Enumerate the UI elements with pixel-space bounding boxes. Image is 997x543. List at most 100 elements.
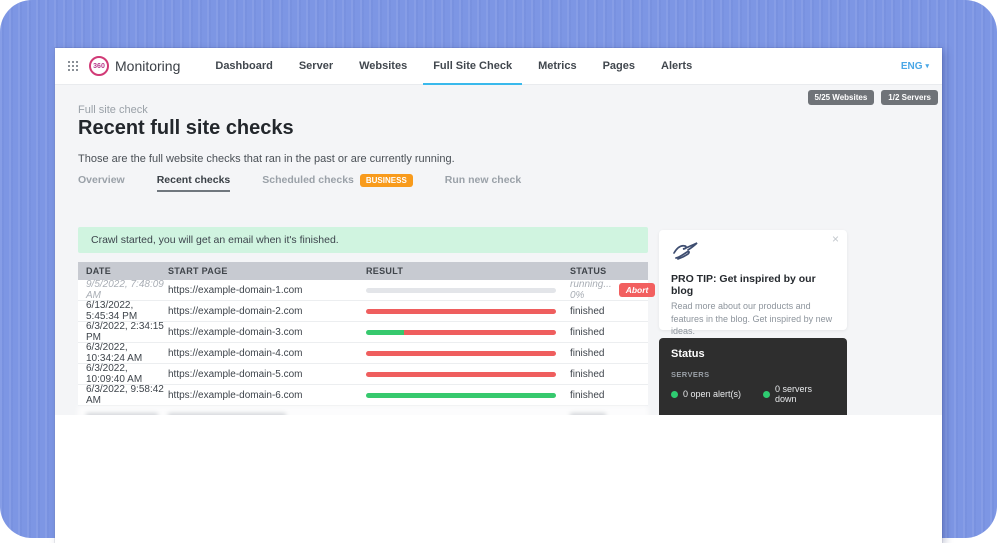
tab-overview[interactable]: Overview: [78, 174, 125, 190]
column-header-date: DATE: [78, 266, 168, 276]
progress-bar-segment: [366, 288, 556, 293]
notification-text: Crawl started, you will get an email whe…: [91, 234, 339, 246]
brand-logo-icon: 360: [89, 56, 109, 76]
row-result: [366, 288, 570, 293]
pro-tip-card: × PRO TIP: Get inspired by our blog Read…: [659, 230, 847, 330]
top-navigation-bar: 360 Monitoring DashboardServerWebsitesFu…: [55, 48, 942, 85]
row-status: finished: [570, 306, 648, 317]
row-result: [366, 330, 570, 335]
table-header-row: DATESTART PAGERESULTSTATUS: [78, 262, 648, 280]
recent-checks-table: DATESTART PAGERESULTSTATUS 9/5/2022, 7:4…: [78, 262, 648, 415]
status-item-text: 0 servers down: [775, 384, 835, 404]
usage-badge-1-2-servers[interactable]: 1/2 Servers: [881, 90, 938, 105]
close-icon[interactable]: ×: [832, 232, 839, 246]
language-selector[interactable]: ENG ▾: [901, 61, 929, 72]
progress-bar-segment: [404, 330, 556, 335]
progress-bar: [366, 288, 556, 293]
progress-bar-segment: [366, 309, 556, 314]
handshake-doodle-icon: [671, 250, 701, 267]
blurred-status: [570, 413, 648, 416]
blurred-start-page: [168, 413, 366, 416]
table-row: 9/5/2022, 7:48:09 AMhttps://example-doma…: [78, 280, 648, 301]
row-start-page: https://example-domain-1.com: [168, 285, 366, 296]
row-status-text: finished: [570, 306, 604, 317]
row-result: [366, 309, 570, 314]
row-date: 9/5/2022, 7:48:09 AM: [78, 279, 168, 301]
pro-tip-body: Read more about our products and feature…: [671, 300, 835, 338]
redacted-block: [86, 413, 158, 416]
row-status: finished: [570, 327, 648, 338]
abort-button[interactable]: Abort: [619, 283, 656, 297]
nav-item-full-site-check[interactable]: Full Site Check: [420, 48, 525, 85]
app-launcher-icon[interactable]: [68, 61, 78, 71]
row-start-page: https://example-domain-4.com: [168, 348, 366, 359]
usage-badges: 5/25 Websites 1/2 Servers: [808, 90, 938, 105]
row-start-page: https://example-domain-3.com: [168, 327, 366, 338]
row-result: [366, 372, 570, 377]
row-start-page: https://example-domain-6.com: [168, 390, 366, 401]
usage-badge-5-25-websites[interactable]: 5/25 Websites: [808, 90, 875, 105]
nav-item-metrics[interactable]: Metrics: [525, 48, 590, 85]
redacted-block: [570, 413, 606, 416]
row-status: finished: [570, 369, 648, 380]
row-start-page: https://example-domain-2.com: [168, 306, 366, 317]
table-row: [78, 406, 648, 415]
content-area: 5/25 Websites 1/2 Servers Full site check…: [55, 85, 942, 415]
row-result: [366, 351, 570, 356]
blurred-date: [78, 413, 168, 416]
tab-run-new-check[interactable]: Run new check: [445, 174, 521, 190]
row-result: [366, 393, 570, 398]
progress-bar-segment: [366, 393, 556, 398]
app-window: 360 Monitoring DashboardServerWebsitesFu…: [55, 48, 942, 543]
screenshot-stage: 360 Monitoring DashboardServerWebsitesFu…: [0, 0, 997, 543]
main-nav: DashboardServerWebsitesFull Site CheckMe…: [202, 48, 705, 85]
nav-item-pages[interactable]: Pages: [590, 48, 648, 85]
row-status: finished: [570, 348, 648, 359]
column-header-result: RESULT: [366, 266, 570, 276]
page-description: Those are the full website checks that r…: [78, 153, 455, 165]
breadcrumb: Full site check: [78, 104, 148, 116]
table-row: 6/3/2022, 10:34:24 AMhttps://example-dom…: [78, 343, 648, 364]
progress-bar: [366, 309, 556, 314]
section-tabs: Overview Recent checks Scheduled checksBUS…: [78, 174, 521, 192]
row-date: 6/3/2022, 2:34:15 PM: [78, 321, 168, 343]
nav-item-websites[interactable]: Websites: [346, 48, 420, 85]
row-date: 6/13/2022, 5:45:34 PM: [78, 300, 168, 322]
nav-item-server[interactable]: Server: [286, 48, 346, 85]
row-status-text: finished: [570, 390, 604, 401]
row-status-text: finished: [570, 348, 604, 359]
progress-bar-segment: [366, 372, 556, 377]
progress-bar-segment: [366, 351, 556, 356]
tab-recent-checks[interactable]: Recent checks: [157, 174, 231, 192]
crawl-started-notification: Crawl started, you will get an email whe…: [78, 227, 648, 253]
table-body: 9/5/2022, 7:48:09 AMhttps://example-doma…: [78, 280, 648, 415]
tab-scheduled-checks[interactable]: Scheduled checksBUSINESS: [262, 174, 413, 190]
row-status: running... 0%Abort: [570, 279, 655, 301]
pro-tip-title: PRO TIP: Get inspired by our blog: [671, 273, 835, 297]
status-item-text: 0 open alert(s): [683, 389, 741, 399]
page-title: Recent full site checks: [78, 117, 294, 140]
progress-bar: [366, 393, 556, 398]
chevron-down-icon: ▾: [925, 62, 929, 70]
row-date: 6/3/2022, 10:34:24 AM: [78, 342, 168, 364]
progress-bar: [366, 372, 556, 377]
nav-item-alerts[interactable]: Alerts: [648, 48, 705, 85]
status-item: 0 open alert(s): [671, 384, 763, 404]
row-status: finished: [570, 390, 648, 401]
nav-item-dashboard[interactable]: Dashboard: [202, 48, 285, 85]
redacted-block: [168, 413, 286, 416]
brand-name: Monitoring: [115, 58, 180, 74]
language-label: ENG: [901, 61, 923, 72]
row-status-text: finished: [570, 327, 604, 338]
table-row: 6/3/2022, 10:09:40 AMhttps://example-dom…: [78, 364, 648, 385]
column-header-start-page: START PAGE: [168, 266, 366, 276]
table-row: 6/13/2022, 5:45:34 PMhttps://example-dom…: [78, 301, 648, 322]
status-items: 0 open alert(s) 0 servers down: [671, 384, 835, 404]
column-header-status: STATUS: [570, 266, 648, 276]
progress-bar-segment: [366, 330, 404, 335]
status-sections: SERVERS0 open alert(s)0 servers downWEBS…: [671, 370, 835, 415]
status-section-label-websites: WEBSITES: [671, 414, 835, 415]
row-status-text: finished: [570, 369, 604, 380]
row-date: 6/3/2022, 10:09:40 AM: [78, 363, 168, 385]
green-status-dot-icon: [763, 391, 770, 398]
